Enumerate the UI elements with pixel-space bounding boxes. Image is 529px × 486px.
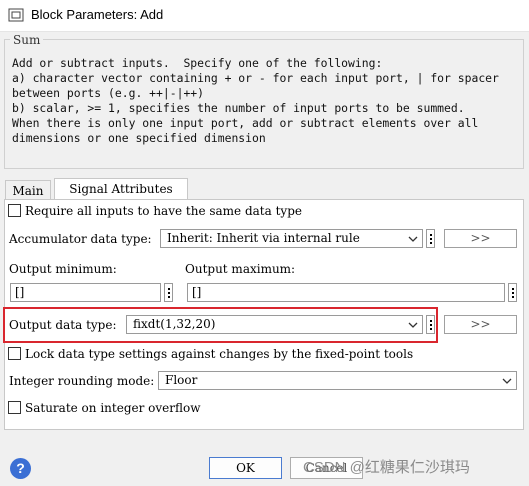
output-minimum-input[interactable]: [] bbox=[10, 283, 161, 302]
rounding-mode-select[interactable]: Floor bbox=[158, 371, 517, 390]
rounding-mode-value: Floor bbox=[165, 373, 198, 387]
tab-main[interactable]: Main bbox=[5, 180, 51, 200]
simulink-block-icon bbox=[8, 8, 24, 22]
output-data-type-assistant-button[interactable]: >> bbox=[444, 315, 517, 334]
output-minimum-options-menu[interactable] bbox=[164, 283, 173, 302]
output-minimum-label: Output minimum: bbox=[9, 262, 117, 276]
tab-signal-attributes[interactable]: Signal Attributes bbox=[54, 178, 188, 200]
help-icon[interactable]: ? bbox=[10, 458, 31, 479]
window-title: Block Parameters: Add bbox=[31, 7, 164, 22]
accumulator-data-type-select[interactable]: Inherit: Inherit via internal rule bbox=[160, 229, 423, 248]
lock-data-type-label: Lock data type settings against changes … bbox=[25, 347, 414, 361]
group-label: Sum bbox=[10, 33, 44, 47]
ok-button[interactable]: OK bbox=[209, 457, 282, 479]
chevron-down-icon bbox=[408, 322, 418, 328]
output-data-type-select[interactable]: fixdt(1,32,20) bbox=[126, 315, 423, 334]
output-maximum-options-menu[interactable] bbox=[508, 283, 517, 302]
watermark: CSDN @红糖果仁沙琪玛 bbox=[303, 459, 470, 476]
accumulator-options-menu[interactable] bbox=[426, 229, 435, 248]
chevron-down-icon bbox=[502, 378, 512, 384]
chevron-down-icon bbox=[408, 236, 418, 242]
block-description: Add or subtract inputs. Specify one of t… bbox=[12, 56, 499, 145]
require-same-type-label: Require all inputs to have the same data… bbox=[25, 204, 302, 218]
output-data-type-options-menu[interactable] bbox=[426, 315, 435, 334]
output-maximum-input[interactable]: [] bbox=[187, 283, 505, 302]
saturate-overflow-label: Saturate on integer overflow bbox=[25, 401, 201, 415]
rounding-mode-label: Integer rounding mode: bbox=[9, 374, 155, 388]
accumulator-assistant-button[interactable]: >> bbox=[444, 229, 517, 248]
saturate-overflow-checkbox[interactable] bbox=[8, 401, 21, 414]
output-maximum-label: Output maximum: bbox=[185, 262, 296, 276]
output-data-type-label: Output data type: bbox=[9, 318, 117, 332]
require-same-type-checkbox[interactable] bbox=[8, 204, 21, 217]
accumulator-value: Inherit: Inherit via internal rule bbox=[167, 231, 360, 245]
accumulator-label: Accumulator data type: bbox=[9, 232, 152, 246]
lock-data-type-checkbox[interactable] bbox=[8, 347, 21, 360]
output-data-type-value: fixdt(1,32,20) bbox=[133, 317, 216, 331]
